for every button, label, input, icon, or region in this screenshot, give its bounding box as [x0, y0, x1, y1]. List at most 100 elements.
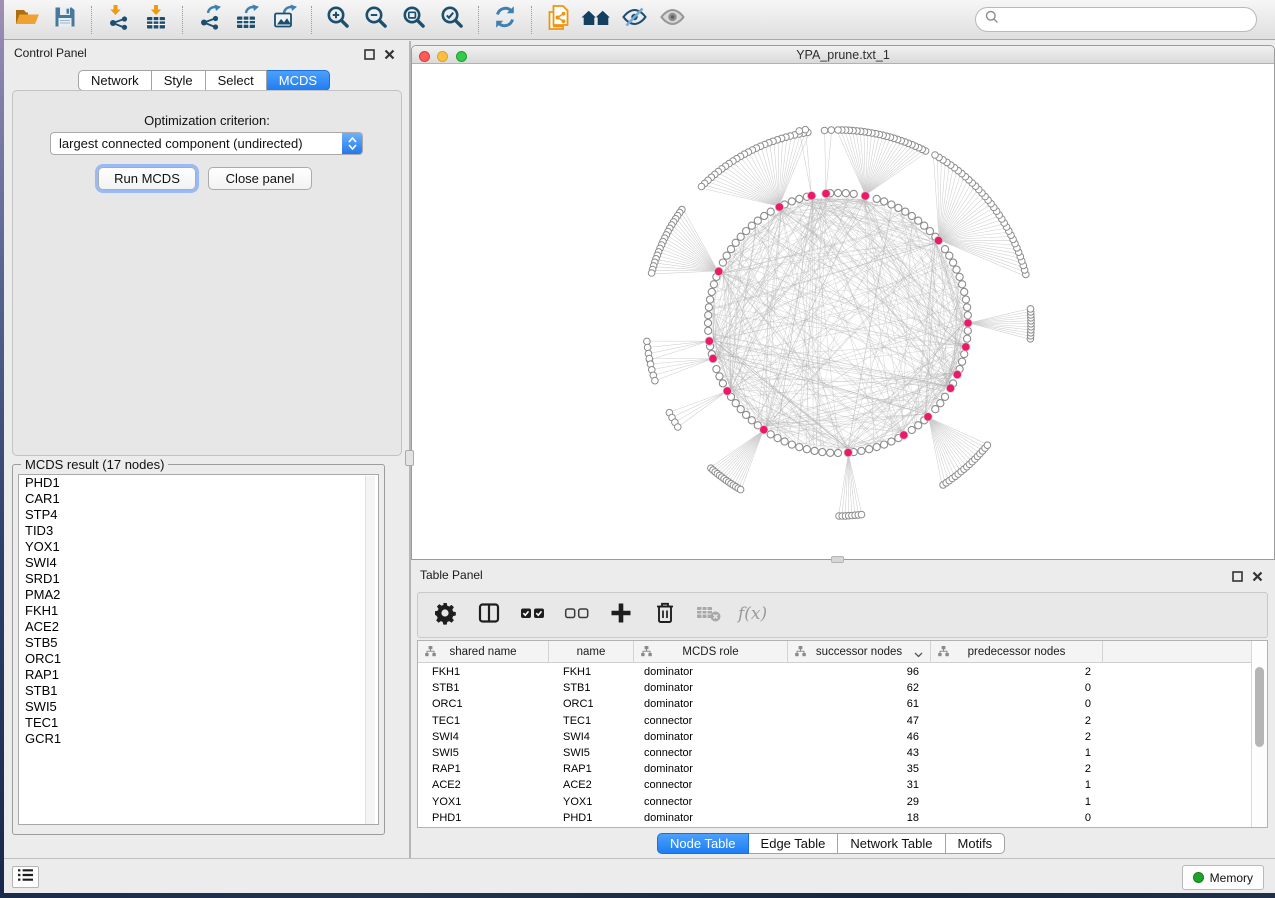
mcds-result-item[interactable]: SRD1 — [19, 571, 378, 587]
table-row-RAP1[interactable]: RAP1RAP1dominator352 — [418, 761, 1252, 777]
mcds-list-scrollbar[interactable] — [365, 476, 375, 825]
memory-status-icon — [1193, 872, 1204, 883]
search-field[interactable] — [975, 7, 1257, 32]
close-panel-icon[interactable] — [1252, 569, 1263, 587]
cell-name: STB1 — [549, 682, 634, 694]
close-panel-button[interactable]: Close panel — [208, 167, 312, 190]
close-panel-icon[interactable] — [384, 47, 395, 65]
table-row-STB1[interactable]: STB1STB1dominator620 — [418, 680, 1252, 696]
table-scrollbar-thumb[interactable] — [1255, 667, 1264, 747]
homes-button[interactable] — [577, 3, 615, 37]
memory-button[interactable]: Memory — [1182, 865, 1264, 890]
mcds-result-item[interactable]: PHD1 — [19, 475, 378, 491]
mcds-result-item[interactable]: SWI4 — [19, 555, 378, 571]
export-table-button[interactable] — [228, 3, 266, 37]
export-network-button[interactable] — [190, 3, 228, 37]
search-input[interactable] — [1004, 10, 1256, 30]
function-builder-button[interactable]: f(x) — [738, 600, 768, 630]
control-panel-tabs: NetworkStyleSelectMCDS — [78, 70, 330, 91]
table-row-FKH1[interactable]: FKH1FKH1dominator962 — [418, 664, 1252, 680]
show-column-button[interactable] — [474, 600, 504, 630]
column-header-name[interactable]: name — [549, 641, 634, 663]
column-header-predecessor-nodes[interactable]: predecessor nodes — [931, 641, 1103, 663]
task-history-button[interactable] — [12, 866, 39, 888]
mcds-result-item[interactable]: SWI5 — [19, 699, 378, 715]
tab-mcds[interactable]: MCDS — [267, 70, 330, 91]
cell-name: SWI5 — [549, 747, 634, 759]
mcds-result-item[interactable]: GCR1 — [19, 731, 378, 747]
cell-shared-name: ORC1 — [418, 698, 549, 710]
cell-MCDS-role: connector — [634, 715, 788, 727]
zoom-in-button[interactable] — [319, 3, 357, 37]
hide-elements-button[interactable] — [615, 3, 653, 37]
zoom-out-button[interactable] — [357, 3, 395, 37]
export-image-button[interactable] — [266, 3, 304, 37]
mcds-result-list[interactable]: PHD1CAR1STP4TID3YOX1SWI4SRD1PMA2FKH1ACE2… — [18, 474, 379, 825]
mcds-result-item[interactable]: PMA2 — [19, 587, 378, 603]
cell-MCDS-role: dominator — [634, 812, 788, 824]
table-row-SWI4[interactable]: SWI4SWI4dominator462 — [418, 729, 1252, 745]
select-all-button[interactable] — [518, 600, 548, 630]
cell-predecessor-nodes: 1 — [931, 779, 1103, 791]
save-session-button[interactable] — [46, 3, 84, 37]
table-settings-button[interactable] — [430, 600, 460, 630]
network-window-titlebar[interactable]: YPA_prune.txt_1 — [412, 46, 1274, 64]
table-row-ORC1[interactable]: ORC1ORC1dominator610 — [418, 696, 1252, 712]
mcds-result-item[interactable]: RAP1 — [19, 667, 378, 683]
float-panel-icon[interactable] — [1232, 569, 1243, 587]
cell-predecessor-nodes: 1 — [931, 796, 1103, 808]
run-mcds-button[interactable]: Run MCDS — [98, 167, 196, 190]
horizontal-splitter-handle[interactable] — [831, 556, 844, 563]
mcds-result-item[interactable]: STB1 — [19, 683, 378, 699]
tab-network[interactable]: Network — [78, 70, 152, 91]
column-header-shared-name[interactable]: shared name — [418, 641, 549, 663]
column-header-successor-nodes[interactable]: successor nodes — [788, 641, 931, 663]
open-file-button[interactable] — [8, 3, 46, 37]
cell-successor-nodes: 31 — [788, 779, 931, 791]
optimization-criterion-select[interactable]: largest connected component (undirected) — [50, 132, 363, 155]
main-toolbar — [0, 0, 1275, 40]
mcds-result-item[interactable]: STP4 — [19, 507, 378, 523]
tab-motifs[interactable]: Motifs — [946, 833, 1006, 854]
mcds-result-item[interactable]: CAR1 — [19, 491, 378, 507]
import-network-button[interactable] — [99, 3, 137, 37]
network-canvas[interactable] — [412, 64, 1274, 559]
tab-edge-table[interactable]: Edge Table — [749, 833, 839, 854]
share-document-button[interactable] — [539, 3, 577, 37]
table-row-SWI5[interactable]: SWI5SWI5connector431 — [418, 745, 1252, 761]
float-panel-icon[interactable] — [364, 47, 375, 65]
refresh-button[interactable] — [486, 3, 524, 37]
zoom-fit-button[interactable] — [395, 3, 433, 37]
import-table-button[interactable] — [137, 3, 175, 37]
zoom-selected-button[interactable] — [433, 3, 471, 37]
tab-network-table[interactable]: Network Table — [838, 833, 945, 854]
table-row-YOX1[interactable]: YOX1YOX1connector291 — [418, 794, 1252, 810]
mcds-result-item[interactable]: TEC1 — [19, 715, 378, 731]
cell-predecessor-nodes: 2 — [931, 763, 1103, 775]
mcds-result-item[interactable]: ACE2 — [19, 619, 378, 635]
delete-row-button[interactable] — [650, 600, 680, 630]
table-row-TEC1[interactable]: TEC1TEC1connector472 — [418, 713, 1252, 729]
table-row-PHD1[interactable]: PHD1PHD1dominator180 — [418, 810, 1252, 826]
select-all-icon — [520, 601, 546, 630]
tab-style[interactable]: Style — [152, 70, 206, 91]
deselect-all-button[interactable] — [562, 600, 592, 630]
mcds-result-item[interactable]: YOX1 — [19, 539, 378, 555]
share-document-icon — [546, 4, 571, 36]
show-elements-button[interactable] — [653, 3, 691, 37]
table-scrollbar[interactable] — [1251, 641, 1267, 827]
tab-select[interactable]: Select — [206, 70, 267, 91]
toolbar-separator — [91, 6, 92, 34]
mcds-result-item[interactable]: FKH1 — [19, 603, 378, 619]
column-header-MCDS-role[interactable]: MCDS role — [634, 641, 788, 663]
tab-node-table[interactable]: Node Table — [657, 833, 749, 854]
cell-successor-nodes: 47 — [788, 715, 931, 727]
mcds-result-item[interactable]: TID3 — [19, 523, 378, 539]
add-row-button[interactable] — [606, 600, 636, 630]
table-row-ACE2[interactable]: ACE2ACE2connector311 — [418, 777, 1252, 793]
mcds-result-item[interactable]: ORC1 — [19, 651, 378, 667]
mcds-result-item[interactable]: STB5 — [19, 635, 378, 651]
cell-shared-name: STB1 — [418, 682, 549, 694]
vertical-splitter-handle[interactable] — [405, 450, 414, 466]
delete-column-button[interactable] — [694, 600, 724, 630]
